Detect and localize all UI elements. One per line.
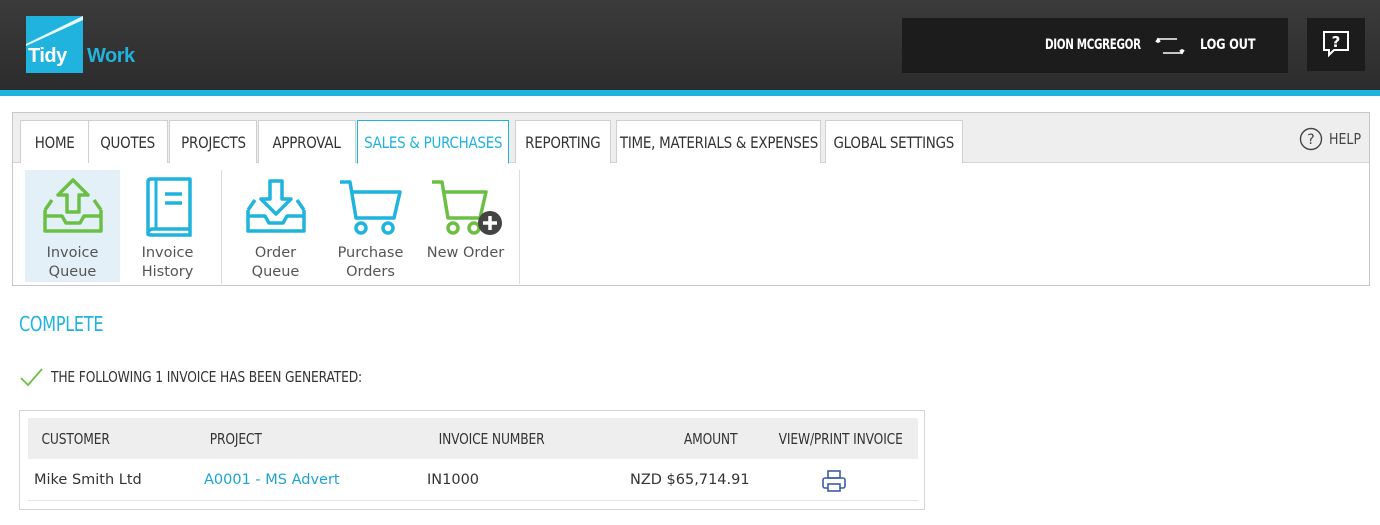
ribbon-invoice-history-line2: History: [141, 264, 194, 280]
help-speech-icon: ?: [1323, 31, 1349, 58]
inbox-upload-icon: [42, 178, 103, 233]
ribbon-order-queue-line2: Queue: [251, 264, 300, 280]
ribbon-invoice-queue-line2: Queue: [48, 264, 97, 280]
tab-time-materials-expenses[interactable]: TIME, MATERIALS & EXPENSES: [616, 120, 821, 163]
help-link[interactable]: ? HELP: [1299, 127, 1367, 151]
col-project: PROJECT: [204, 430, 267, 448]
tab-projects-label: PROJECTS: [180, 132, 246, 152]
tidywork-logo[interactable]: Tidy Work: [26, 16, 145, 73]
tab-reporting-label: REPORTING: [525, 132, 601, 152]
tab-reporting[interactable]: REPORTING: [515, 120, 611, 163]
logo-slash-icon: [26, 16, 83, 46]
col-invoice-number: INVOICE NUMBER: [427, 430, 556, 448]
help-label: HELP: [1329, 130, 1362, 148]
ribbon-purchase-orders[interactable]: Purchase Orders: [323, 170, 418, 282]
ribbon-divider: [221, 170, 222, 284]
tab-projects[interactable]: PROJECTS: [169, 120, 257, 163]
col-customer-label: CUSTOMER: [41, 430, 110, 448]
ribbon-invoice-history-line1: Invoice: [141, 245, 194, 261]
tab-global-settings[interactable]: GLOBAL SETTINGS: [825, 120, 963, 163]
tab-quotes[interactable]: QUOTES: [88, 120, 168, 163]
cell-invoice-number: IN1000: [427, 472, 480, 488]
svg-text:?: ?: [1307, 132, 1314, 148]
tab-home[interactable]: HOME: [20, 120, 89, 163]
inbox-download-icon: [245, 179, 306, 233]
success-message: THE FOLLOWING 1 INVOICE HAS BEEN GENERAT…: [19, 366, 430, 388]
col-view-print-label: VIEW/PRINT INVOICE: [778, 430, 903, 448]
help-circle-icon: ?: [1299, 127, 1323, 151]
tab-approval[interactable]: APPROVAL: [258, 120, 356, 163]
col-project-label: PROJECT: [209, 430, 262, 448]
tab-quotes-label: QUOTES: [100, 132, 156, 152]
book-icon: [145, 177, 192, 237]
logo-word-work: Work: [87, 45, 135, 67]
printer-icon[interactable]: [821, 469, 847, 493]
tab-sales-purchases[interactable]: SALES & PURCHASES: [357, 120, 509, 164]
cart-icon: [339, 180, 402, 235]
logo-word-tidy: Tidy: [28, 45, 67, 67]
table-row: Mike Smith Ltd A0001 - MS Advert IN1000 …: [28, 459, 918, 501]
success-message-text: THE FOLLOWING 1 INVOICE HAS BEEN GENERAT…: [51, 368, 363, 386]
user-name[interactable]: DION MCGREGOR: [1045, 37, 1141, 53]
col-amount: AMOUNT: [678, 430, 743, 448]
cell-customer: Mike Smith Ltd: [34, 472, 142, 488]
cell-project-link[interactable]: A0001 - MS Advert: [204, 472, 340, 488]
help-button[interactable]: ?: [1307, 18, 1365, 71]
ribbon-new-order[interactable]: New Order: [418, 170, 513, 282]
user-panel: DION MCGREGOR LOG OUT: [902, 18, 1288, 73]
ribbon-invoice-queue[interactable]: Invoice Queue: [25, 170, 120, 282]
tab-time-materials-expenses-label: TIME, MATERIALS & EXPENSES: [619, 132, 818, 152]
header-accent-stripe: [0, 90, 1380, 96]
app-header: Tidy Work DION MCGREGOR LOG OUT ?: [0, 0, 1380, 90]
logout-swap-icon[interactable]: [1155, 36, 1185, 56]
cell-amount: NZD $65,714.91: [630, 472, 750, 488]
page-title: COMPLETE: [19, 312, 104, 336]
ribbon-divider-end: [519, 170, 520, 284]
table-header: CUSTOMER PROJECT INVOICE NUMBER AMOUNT V…: [28, 418, 918, 459]
main-navigation: HOME QUOTES PROJECTS APPROVAL SALES & PU…: [12, 112, 1370, 286]
tab-global-settings-label: GLOBAL SETTINGS: [833, 132, 955, 152]
col-customer: CUSTOMER: [34, 430, 117, 448]
col-view-print: VIEW/PRINT INVOICE: [765, 430, 916, 448]
ribbon-new-order-label: New Order: [426, 245, 505, 261]
tab-home-label: HOME: [34, 132, 75, 152]
check-icon: [20, 368, 43, 387]
ribbon-invoice-queue-line1: Invoice: [46, 245, 99, 261]
ribbon-invoice-history[interactable]: Invoice History: [120, 170, 215, 282]
ribbon-order-queue[interactable]: Order Queue: [228, 170, 323, 282]
tab-approval-label: APPROVAL: [272, 132, 342, 152]
col-amount-label: AMOUNT: [683, 430, 738, 448]
cart-add-icon: [431, 180, 502, 235]
tab-sales-purchases-label: SALES & PURCHASES: [363, 132, 503, 152]
svg-text:?: ?: [1332, 33, 1341, 51]
tab-bar: HOME QUOTES PROJECTS APPROVAL SALES & PU…: [13, 113, 1369, 164]
logout-link[interactable]: LOG OUT: [1200, 37, 1256, 53]
invoice-table: CUSTOMER PROJECT INVOICE NUMBER AMOUNT V…: [19, 410, 925, 510]
ribbon-order-queue-line1: Order: [254, 245, 297, 261]
ribbon-purchase-orders-line1: Purchase: [337, 245, 404, 261]
ribbon-purchase-orders-line2: Orders: [346, 264, 395, 280]
col-invoice-number-label: INVOICE NUMBER: [438, 430, 545, 448]
